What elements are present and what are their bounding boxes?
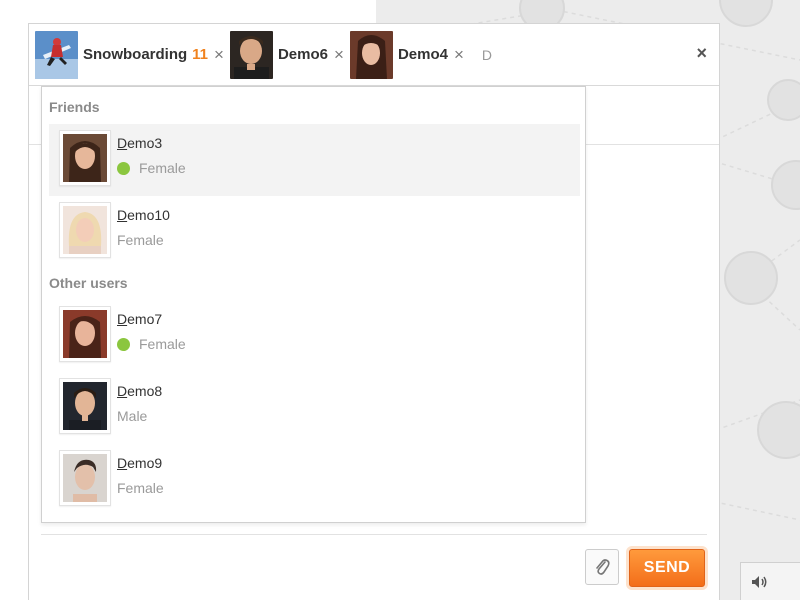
user-name: Demo3 — [117, 135, 163, 151]
online-status-icon — [117, 161, 130, 175]
recipient-token[interactable]: Demo4 × — [349, 30, 464, 79]
user-meta: Female — [117, 160, 186, 176]
section-title-other-users: Other users — [49, 275, 128, 291]
section-title-friends: Friends — [49, 99, 100, 115]
attach-button[interactable] — [585, 549, 619, 585]
online-status-icon — [117, 337, 130, 351]
avatar — [59, 130, 111, 186]
remove-recipient-icon[interactable]: × — [214, 46, 224, 63]
user-meta: Female — [117, 480, 164, 496]
divider — [41, 534, 707, 535]
remove-recipient-icon[interactable]: × — [454, 46, 464, 63]
recipient-label: Snowboarding — [83, 46, 188, 63]
recipient-label: Demo6 — [277, 46, 328, 63]
man-portrait-icon — [229, 30, 273, 79]
avatar — [59, 202, 111, 258]
recipient-suggestions-dropdown: Friends Demo3 Female Demo10 Female Other… — [41, 86, 586, 523]
list-item[interactable]: Demo7 Female — [49, 300, 580, 372]
recipient-bar: Snowboarding 11 × Demo6 × Demo4 × D × — [29, 24, 719, 86]
recipient-token[interactable]: Demo6 × — [229, 30, 344, 79]
recipient-label: Demo4 — [397, 46, 448, 63]
paperclip-icon — [596, 559, 610, 575]
user-name: Demo7 — [117, 311, 163, 327]
user-name: Demo8 — [117, 383, 163, 399]
avatar — [59, 378, 111, 434]
close-icon[interactable]: × — [696, 44, 707, 62]
user-name: Demo10 — [117, 207, 170, 223]
recipient-search-input[interactable] — [481, 46, 542, 63]
user-meta: Female — [117, 232, 164, 248]
recipient-token[interactable]: Snowboarding 11 × — [35, 30, 224, 79]
woman-portrait-icon — [349, 30, 393, 79]
user-gender: Female — [139, 160, 186, 176]
user-meta: Female — [117, 336, 186, 352]
avatar — [59, 306, 111, 362]
volume-button[interactable] — [740, 562, 800, 600]
recipient-member-count: 11 — [192, 46, 209, 63]
list-item[interactable]: Demo9 Female — [49, 444, 580, 516]
snowboarder-icon — [35, 30, 78, 79]
speaker-icon — [752, 575, 767, 588]
user-name: Demo9 — [117, 455, 163, 471]
user-gender: Female — [117, 232, 164, 248]
user-gender: Female — [139, 336, 186, 352]
user-gender: Female — [117, 480, 164, 496]
send-button[interactable]: SEND — [629, 549, 705, 587]
list-item[interactable]: Demo10 Female — [49, 196, 580, 268]
remove-recipient-icon[interactable]: × — [334, 46, 344, 63]
list-item[interactable]: Demo3 Female — [49, 124, 580, 196]
avatar — [59, 450, 111, 506]
user-meta: Male — [117, 408, 147, 424]
list-item[interactable]: Demo8 Male — [49, 372, 580, 444]
user-gender: Male — [117, 408, 148, 424]
